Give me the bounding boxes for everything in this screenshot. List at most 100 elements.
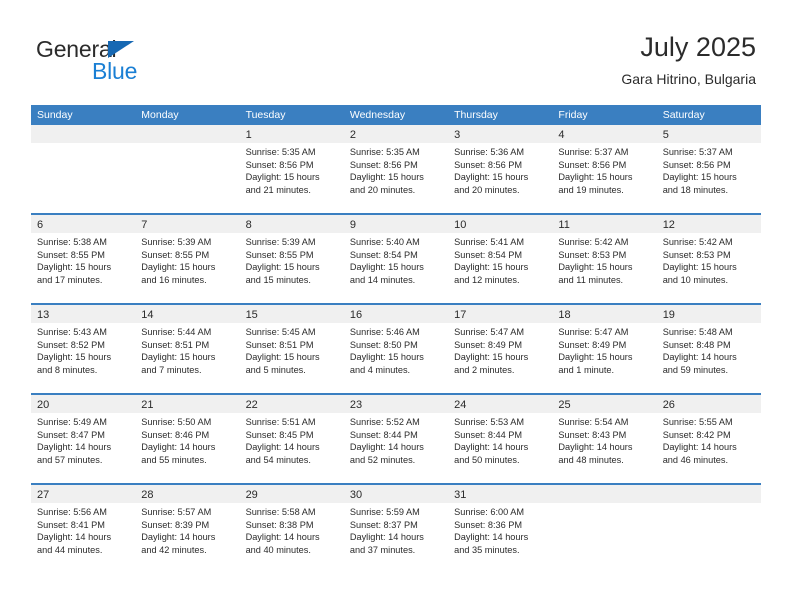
- day-details: Sunrise: 5:55 AM Sunset: 8:42 PM Daylight:…: [657, 413, 761, 466]
- day-cell-27[interactable]: 27 Sunrise: 5:56 AM Sunset: 8:41 PM Dayligh…: [31, 485, 136, 575]
- day-number: 21: [141, 399, 154, 411]
- day-cell-24[interactable]: 24 Sunrise: 5:53 AM Sunset: 8:44 PM Dayligh…: [448, 395, 553, 483]
- day-cell-15[interactable]: 15 Sunrise: 5:45 AM Sunset: 8:51 PM Dayligh…: [239, 305, 344, 393]
- day-detail-line: Sunrise: 5:39 AM: [141, 237, 212, 247]
- day-detail-line: Daylight: 15 hours: [141, 352, 216, 363]
- day-details: Sunrise: 5:57 AM Sunset: 8:39 PM Daylight:…: [135, 503, 239, 556]
- day-detail-line: Daylight: 15 hours: [558, 352, 633, 363]
- day-detail-line: Sunset: 8:43 PM: [558, 429, 627, 440]
- day-detail-line: and 19 minutes.: [558, 184, 624, 195]
- day-number-band: 8: [239, 215, 344, 233]
- day-detail-line: Sunrise: 5:49 AM: [37, 417, 107, 427]
- day-details: Sunrise: 5:38 AM Sunset: 8:55 PM Daylight:…: [31, 233, 135, 286]
- day-details: Sunrise: 5:36 AM Sunset: 8:56 PM Daylight:…: [448, 143, 552, 196]
- day-cell-25[interactable]: 25 Sunrise: 5:54 AM Sunset: 8:43 PM Dayligh…: [552, 395, 657, 483]
- day-cell-18[interactable]: 18 Sunrise: 5:47 AM Sunset: 8:49 PM Dayligh…: [552, 305, 657, 393]
- day-cell-23[interactable]: 23 Sunrise: 5:52 AM Sunset: 8:44 PM Dayligh…: [343, 395, 449, 483]
- day-detail-line: Sunset: 8:56 PM: [558, 159, 627, 170]
- day-number-band: 11: [552, 215, 657, 233]
- day-cell-31[interactable]: 31 Sunrise: 6:00 AM Sunset: 8:36 PM Dayligh…: [448, 485, 553, 575]
- day-detail-line: and 15 minutes.: [245, 274, 311, 285]
- day-number-band: 18: [552, 305, 657, 323]
- day-number: 30: [349, 489, 363, 501]
- day-detail-line: and 42 minutes.: [141, 544, 207, 555]
- day-detail-line: Daylight: 15 hours: [245, 352, 320, 363]
- day-number-band: [552, 485, 657, 503]
- day-details: Sunrise: 5:47 AM Sunset: 8:49 PM Daylight:…: [552, 323, 656, 376]
- day-detail-line: and 52 minutes.: [349, 454, 416, 465]
- day-cell-6[interactable]: 6 Sunrise: 5:38 AM Sunset: 8:55 PM Daylight…: [31, 215, 136, 303]
- day-number-band: 16: [343, 305, 449, 323]
- logo-text-blue: Blue: [92, 58, 138, 84]
- day-detail-line: Sunset: 8:44 PM: [454, 429, 523, 440]
- day-number: 14: [141, 309, 154, 321]
- day-number: 2: [349, 129, 356, 141]
- day-details: [31, 143, 135, 146]
- day-details: Sunrise: 5:44 AM Sunset: 8:51 PM Daylight:…: [135, 323, 239, 376]
- day-details: Sunrise: 5:47 AM Sunset: 8:49 PM Daylight:…: [448, 323, 552, 376]
- day-detail-line: and 18 minutes.: [662, 184, 729, 195]
- day-details: Sunrise: 5:53 AM Sunset: 8:44 PM Daylight:…: [448, 413, 552, 466]
- day-cell-12[interactable]: 12 Sunrise: 5:42 AM Sunset: 8:53 PM Dayligh…: [656, 215, 761, 303]
- day-cell-17[interactable]: 17 Sunrise: 5:47 AM Sunset: 8:49 PM Dayligh…: [448, 305, 553, 393]
- day-number: 13: [37, 309, 50, 321]
- day-cell-19[interactable]: 19 Sunrise: 5:48 AM Sunset: 8:48 PM Dayligh…: [656, 305, 761, 393]
- day-cell-13[interactable]: 13 Sunrise: 5:43 AM Sunset: 8:52 PM Dayligh…: [31, 305, 136, 393]
- day-detail-line: Sunset: 8:55 PM: [245, 249, 314, 260]
- day-detail-line: Sunset: 8:37 PM: [349, 519, 418, 530]
- day-number-band: [135, 125, 240, 143]
- day-number: 17: [454, 309, 467, 321]
- day-cell-1[interactable]: 1 Sunrise: 5:35 AM Sunset: 8:56 PM Daylight…: [239, 125, 344, 213]
- calendar-week-row: 6 Sunrise: 5:38 AM Sunset: 8:55 PM Daylight…: [31, 215, 761, 305]
- day-detail-line: Sunset: 8:39 PM: [141, 519, 210, 530]
- day-detail-line: Daylight: 14 hours: [349, 532, 424, 543]
- day-detail-line: Sunrise: 5:45 AM: [245, 327, 316, 337]
- day-number: 15: [245, 309, 258, 321]
- day-cell-11[interactable]: 11 Sunrise: 5:42 AM Sunset: 8:53 PM Dayligh…: [552, 215, 657, 303]
- day-detail-line: and 1 minute.: [558, 364, 615, 375]
- day-cell-16[interactable]: 16 Sunrise: 5:46 AM Sunset: 8:50 PM Dayligh…: [343, 305, 449, 393]
- day-number-band: 15: [239, 305, 344, 323]
- day-number: 19: [662, 309, 675, 321]
- day-details: Sunrise: 5:51 AM Sunset: 8:45 PM Daylight:…: [240, 413, 344, 466]
- day-cell-21[interactable]: 21 Sunrise: 5:50 AM Sunset: 8:46 PM Dayligh…: [135, 395, 240, 483]
- day-details: Sunrise: 5:54 AM Sunset: 8:43 PM Daylight:…: [552, 413, 656, 466]
- day-detail-line: Sunset: 8:51 PM: [245, 339, 314, 350]
- day-cell-14[interactable]: 14 Sunrise: 5:44 AM Sunset: 8:51 PM Dayligh…: [135, 305, 240, 393]
- day-detail-line: Sunrise: 5:42 AM: [662, 237, 733, 247]
- day-cell-4[interactable]: 4 Sunrise: 5:37 AM Sunset: 8:56 PM Daylight…: [552, 125, 657, 213]
- weekday-header-saturday: Saturday: [662, 109, 705, 121]
- day-detail-line: Sunset: 8:45 PM: [245, 429, 314, 440]
- day-cell-20[interactable]: 20 Sunrise: 5:49 AM Sunset: 8:47 PM Dayligh…: [31, 395, 136, 483]
- day-cell-2[interactable]: 2 Sunrise: 5:35 AM Sunset: 8:56 PM Daylight…: [343, 125, 449, 213]
- day-detail-line: Daylight: 15 hours: [141, 262, 216, 273]
- day-details: Sunrise: 5:52 AM Sunset: 8:44 PM Daylight:…: [344, 413, 448, 466]
- day-cell-9[interactable]: 9 Sunrise: 5:40 AM Sunset: 8:54 PM Daylight…: [343, 215, 449, 303]
- calendar-week-row: 1 Sunrise: 5:35 AM Sunset: 8:56 PM Daylight…: [31, 125, 761, 215]
- day-cell-5[interactable]: 5 Sunrise: 5:37 AM Sunset: 8:56 PM Daylight…: [656, 125, 761, 213]
- day-detail-line: Daylight: 14 hours: [558, 442, 633, 453]
- day-detail-line: Daylight: 15 hours: [558, 172, 633, 183]
- day-number: 8: [245, 219, 252, 231]
- day-detail-line: Sunset: 8:55 PM: [141, 249, 210, 260]
- day-cell-3[interactable]: 3 Sunrise: 5:36 AM Sunset: 8:56 PM Daylight…: [448, 125, 553, 213]
- day-number-band: 21: [135, 395, 240, 413]
- day-number-band: 13: [31, 305, 136, 323]
- day-cell-8[interactable]: 8 Sunrise: 5:39 AM Sunset: 8:55 PM Daylight…: [239, 215, 344, 303]
- day-cell-7[interactable]: 7 Sunrise: 5:39 AM Sunset: 8:55 PM Daylight…: [135, 215, 240, 303]
- day-detail-line: Sunrise: 5:54 AM: [558, 417, 629, 427]
- day-cell-26[interactable]: 26 Sunrise: 5:55 AM Sunset: 8:42 PM Dayligh…: [656, 395, 761, 483]
- day-cell-22[interactable]: 22 Sunrise: 5:51 AM Sunset: 8:45 PM Dayligh…: [239, 395, 344, 483]
- day-detail-line: Sunset: 8:53 PM: [662, 249, 731, 260]
- day-cell-29[interactable]: 29 Sunrise: 5:58 AM Sunset: 8:38 PM Dayligh…: [239, 485, 344, 575]
- day-number-band: 7: [135, 215, 240, 233]
- day-number-band: 28: [135, 485, 240, 503]
- day-detail-line: Sunrise: 5:55 AM: [662, 417, 733, 427]
- day-number: 22: [245, 399, 258, 411]
- day-detail-line: Sunrise: 5:47 AM: [558, 327, 629, 337]
- day-cell-10[interactable]: 10 Sunrise: 5:41 AM Sunset: 8:54 PM Dayligh…: [448, 215, 553, 303]
- day-cell-28[interactable]: 28 Sunrise: 5:57 AM Sunset: 8:39 PM Dayligh…: [135, 485, 240, 575]
- day-cell-30[interactable]: 30 Sunrise: 5:59 AM Sunset: 8:37 PM Dayligh…: [343, 485, 449, 575]
- general-blue-logo[interactable]: General Blue: [36, 36, 256, 86]
- day-detail-line: Sunset: 8:48 PM: [662, 339, 731, 350]
